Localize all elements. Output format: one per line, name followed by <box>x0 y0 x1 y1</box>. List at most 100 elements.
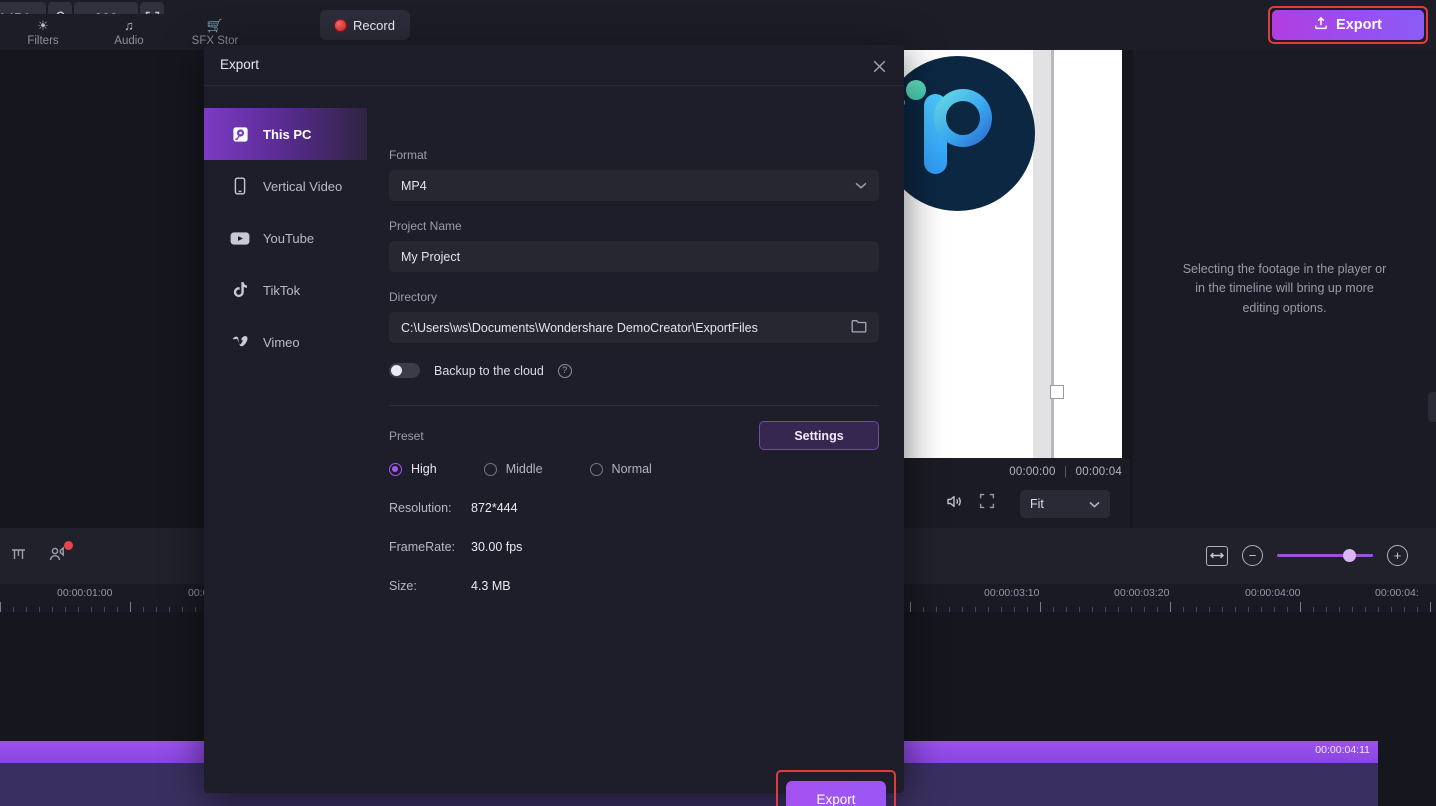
folder-icon[interactable] <box>851 319 867 336</box>
player-control-icons <box>946 493 995 512</box>
format-value: MP4 <box>401 179 427 193</box>
player-time-separator: | <box>1064 466 1067 478</box>
record-button-label: Record <box>353 18 395 33</box>
export-upload-icon <box>1314 16 1328 34</box>
video-preview-stage[interactable] <box>902 50 1122 458</box>
backup-to-cloud-toggle[interactable] <box>389 363 420 378</box>
spec-value: 4.3 MB <box>471 579 511 593</box>
preview-stripe <box>1033 50 1051 458</box>
timeline-zoom-knob[interactable] <box>1343 549 1356 562</box>
logo-bowl-inner <box>946 101 980 135</box>
sidebar-item-label: YouTube <box>263 231 314 246</box>
properties-empty-message: Selecting the footage in the player or i… <box>1177 260 1392 318</box>
sidebar-item-label: Vimeo <box>263 335 300 350</box>
format-field-group: Format MP4 <box>389 148 879 201</box>
preset-label: Preset <box>389 429 424 443</box>
spec-key: Size: <box>389 579 471 593</box>
radio-icon <box>389 463 402 476</box>
export-dialog-header: Export <box>204 45 904 86</box>
spec-framerate: FrameRate: 30.00 fps <box>389 540 879 554</box>
spec-value: 872*444 <box>471 501 518 515</box>
directory-field-group: Directory C:\Users\ws\Documents\Wondersh… <box>389 290 879 343</box>
preview-resize-handle[interactable] <box>1050 385 1064 399</box>
player-controls-bar: 00:00:00 | 00:00:04 Fit <box>902 458 1130 528</box>
tool-audio[interactable]: ♫ Audio <box>86 18 172 51</box>
export-top-button[interactable]: Export <box>1272 10 1424 40</box>
directory-value: C:\Users\ws\Documents\Wondershare DemoCr… <box>401 321 758 335</box>
ruler-tick <box>1170 602 1171 612</box>
harddrive-icon <box>230 124 250 144</box>
zoom-in-button[interactable]: + <box>1387 545 1408 566</box>
export-dialog-body: This PC Vertical Video YouTube <box>204 86 904 793</box>
zoom-out-button[interactable]: − <box>1242 545 1263 566</box>
preview-logo-icon <box>902 56 1035 211</box>
export-top-button-label: Export <box>1336 17 1382 33</box>
tool-filters[interactable]: ☀ Filters <box>0 18 86 51</box>
settings-button[interactable]: Settings <box>759 421 879 450</box>
logo-dot <box>906 80 926 100</box>
spec-key: Resolution: <box>389 501 471 515</box>
ruler-tick <box>0 602 1 612</box>
timeline-zoom-slider[interactable] <box>1277 554 1373 557</box>
directory-input[interactable]: C:\Users\ws\Documents\Wondershare DemoCr… <box>389 312 879 343</box>
ruler-tick <box>1040 602 1041 612</box>
panel-resize-grip[interactable] <box>1428 392 1436 422</box>
fullscreen-icon[interactable] <box>979 493 995 512</box>
chevron-down-icon <box>1089 497 1100 511</box>
properties-panel: Selecting the footage in the player or i… <box>1133 50 1436 528</box>
ruler-label: 00:00:04: <box>1375 587 1419 599</box>
app-root: 1454 822 ☀ Filters ♫ Audio 🛒 SFX Stor <box>0 0 1436 806</box>
spec-resolution: Resolution: 872*444 <box>389 501 879 515</box>
sidebar-item-tiktok[interactable]: TikTok <box>204 264 367 316</box>
export-settings-form: Format MP4 Project Name My Project <box>389 148 879 593</box>
preset-option-label: Middle <box>506 462 543 476</box>
player-timecode: 00:00:00 | 00:00:04 <box>1009 466 1122 478</box>
preset-option-middle[interactable]: Middle <box>484 462 543 476</box>
sidebar-item-youtube[interactable]: YouTube <box>204 212 367 264</box>
preview-zoom-select[interactable]: Fit <box>1020 490 1110 518</box>
backup-to-cloud-label: Backup to the cloud <box>434 364 544 378</box>
audio-icon: ♫ <box>86 18 172 33</box>
preset-header: Preset Settings <box>389 427 879 453</box>
ruler-label: 00:00:04:00 <box>1245 587 1300 599</box>
sidebar-item-label: This PC <box>263 127 311 142</box>
project-name-input[interactable]: My Project <box>389 241 879 272</box>
export-top-highlight: Export <box>1268 6 1428 44</box>
preview-zoom-value: Fit <box>1030 497 1044 511</box>
project-name-value: My Project <box>401 250 460 264</box>
export-confirm-button[interactable]: Export <box>786 781 886 806</box>
ruler-label: 00:00:03:20 <box>1114 587 1169 599</box>
format-select[interactable]: MP4 <box>389 170 879 201</box>
form-divider <box>389 405 879 406</box>
sidebar-item-vertical-video[interactable]: Vertical Video <box>204 160 367 212</box>
preset-radio-group: High Middle Normal <box>389 462 879 476</box>
close-icon[interactable] <box>868 55 890 77</box>
phone-icon <box>230 176 250 196</box>
preset-option-high[interactable]: High <box>389 462 437 476</box>
backup-to-cloud-row: Backup to the cloud ? <box>389 363 879 378</box>
spec-key: FrameRate: <box>389 540 471 554</box>
record-dot-icon <box>335 20 346 31</box>
tiktok-icon <box>230 280 250 300</box>
sidebar-item-label: TikTok <box>263 283 300 298</box>
speaker-person-icon[interactable] <box>49 546 66 565</box>
speaker-icon[interactable] <box>946 494 963 512</box>
ruler-tick <box>1300 602 1301 612</box>
preset-option-label: High <box>411 462 437 476</box>
export-destination-nav: This PC Vertical Video YouTube <box>204 108 367 368</box>
tool-filters-label: Filters <box>27 35 58 47</box>
project-name-label: Project Name <box>389 219 879 233</box>
toggle-knob <box>391 365 402 376</box>
record-button[interactable]: Record <box>320 10 410 40</box>
preset-option-label: Normal <box>612 462 652 476</box>
question-icon[interactable]: ? <box>558 364 572 378</box>
player-current-time: 00:00:00 <box>1009 466 1055 478</box>
sidebar-item-vimeo[interactable]: Vimeo <box>204 316 367 368</box>
player-total-time: 00:00:04 <box>1076 466 1122 478</box>
fit-timeline-icon[interactable] <box>1206 546 1228 566</box>
youtube-icon <box>230 228 250 248</box>
marker-icon[interactable] <box>10 547 27 565</box>
preset-option-normal[interactable]: Normal <box>590 462 652 476</box>
sidebar-item-this-pc[interactable]: This PC <box>204 108 367 160</box>
radio-icon <box>484 463 497 476</box>
